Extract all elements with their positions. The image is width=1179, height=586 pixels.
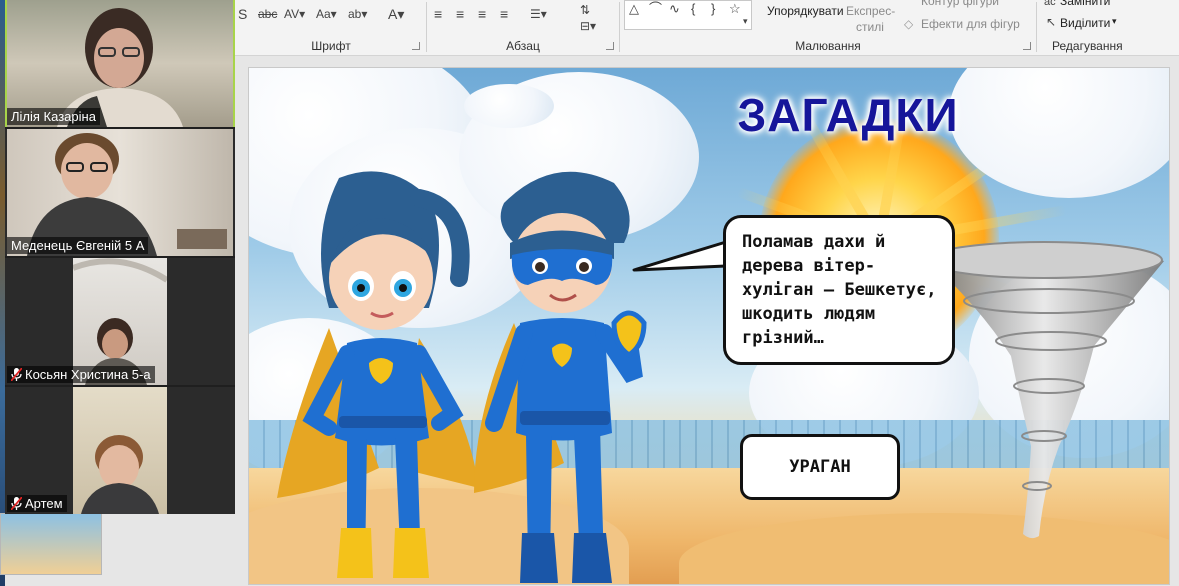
paragraph-group: ≡ ≡ ≡ ≡ ☰▾ ⇅ ⊟▾ Абзац — [428, 0, 618, 56]
slide-canvas[interactable]: ЗАГАДКИ Поламав дахи й дерева вітер-хулі… — [248, 67, 1170, 585]
highlight-color-icon[interactable]: ab▾ — [348, 6, 367, 22]
strikethrough-icon[interactable]: abc — [258, 6, 277, 22]
align-left-icon[interactable]: ≡ — [434, 6, 442, 22]
answer-text: УРАГАН — [789, 457, 851, 477]
select-cursor-icon[interactable]: ↖ — [1046, 14, 1056, 30]
drawing-group-label: Малювання — [795, 39, 861, 53]
superhero-boy — [474, 171, 647, 583]
select-dropdown-icon[interactable]: ▾ — [1112, 16, 1117, 27]
font-dialog-launcher[interactable] — [412, 42, 420, 50]
cloud — [464, 84, 554, 128]
shape-outline-button[interactable]: Контур фігури — [921, 0, 999, 8]
align-center-icon[interactable]: ≡ — [456, 6, 464, 22]
participant-nameplate: Косьян Христина 5-а — [7, 366, 155, 383]
participant-tile[interactable]: Меденець Євгеній 5 А — [5, 129, 235, 256]
participant-name: Меденець Євгеній 5 А — [11, 238, 145, 253]
answer-box[interactable]: УРАГАН — [740, 434, 900, 500]
participant-nameplate: Артем — [7, 495, 67, 512]
participant-tile[interactable]: Лілія Казаріна — [5, 0, 235, 127]
slide-title[interactable]: ЗАГАДКИ — [733, 88, 963, 142]
separator — [426, 2, 427, 52]
replace-icon[interactable]: ac — [1044, 0, 1056, 10]
font-group-label: Шрифт — [311, 39, 351, 53]
participant-tile[interactable]: Косьян Христина 5-а — [5, 258, 235, 385]
shape-effects-icon[interactable]: ◇ — [904, 16, 913, 32]
separator — [619, 2, 620, 52]
riddle-text: Поламав дахи й дерева вітер-хуліган – Бе… — [742, 232, 937, 348]
justify-icon[interactable]: ≡ — [500, 6, 508, 22]
replace-button[interactable]: Замінити — [1060, 0, 1110, 8]
brace-left-shape-icon[interactable]: { — [691, 2, 695, 15]
arc-shape-icon[interactable]: ⌒ — [649, 2, 662, 15]
change-case-icon[interactable]: Aa▾ — [316, 6, 337, 22]
tornado-icon — [924, 241, 1164, 539]
participant-nameplate: Меденець Євгеній 5 А — [7, 237, 149, 254]
participant-name: Артем — [25, 496, 63, 511]
select-button[interactable]: Виділити — [1060, 16, 1110, 30]
shape-gallery-scroll-icon[interactable]: ▾ — [743, 15, 748, 28]
paragraph-group-label: Абзац — [506, 39, 540, 53]
arrange-button[interactable]: Упорядкувати — [767, 4, 844, 18]
shapes-gallery[interactable]: △ ⌒ ∿ { } ☆ ▾ — [624, 0, 752, 30]
mic-muted-icon — [11, 497, 22, 510]
paragraph-dialog-launcher[interactable] — [606, 42, 614, 50]
participant-nameplate: Лілія Казаріна — [7, 108, 100, 125]
triangle-shape-icon[interactable]: △ — [629, 2, 639, 15]
font-group: S abc AV▾ Aa▾ ab▾ A▾ Шрифт — [238, 0, 424, 56]
editing-group-label: Редагування — [1052, 39, 1123, 53]
quick-styles-button[interactable]: Експрес- — [846, 4, 895, 18]
speech-bubble-tail — [632, 240, 728, 272]
video-gallery: Лілія Казаріна Меденець Євгеній 5 А Кось… — [5, 0, 235, 514]
star-shape-icon[interactable]: ☆ — [729, 2, 741, 15]
slide-editor-area: ЗАГАДКИ Поламав дахи й дерева вітер-хулі… — [235, 57, 1179, 586]
align-right-icon[interactable]: ≡ — [478, 6, 486, 22]
quick-styles-button-line2[interactable]: стилі — [856, 20, 884, 34]
columns-icon[interactable]: ☰▾ — [530, 6, 547, 22]
slide-thumbnail[interactable] — [0, 513, 102, 575]
curve-shape-icon[interactable]: ∿ — [669, 2, 680, 15]
character-spacing-icon[interactable]: AV▾ — [284, 6, 305, 22]
brace-right-shape-icon[interactable]: } — [711, 2, 715, 15]
font-color-icon[interactable]: A▾ — [388, 6, 404, 22]
text-direction-icon[interactable]: ⇅ — [580, 2, 590, 18]
drawing-dialog-launcher[interactable] — [1023, 42, 1031, 50]
participant-name: Лілія Казаріна — [11, 109, 96, 124]
align-text-icon[interactable]: ⊟▾ — [580, 18, 596, 34]
participant-tile[interactable]: Артем — [5, 387, 235, 514]
text-shadow-icon[interactable]: S — [238, 6, 247, 22]
shape-effects-button[interactable]: Ефекти для фігур — [921, 17, 1020, 31]
participant-silhouette — [81, 435, 159, 514]
participant-video — [73, 387, 167, 514]
riddle-speech-bubble[interactable]: Поламав дахи й дерева вітер-хуліган – Бе… — [723, 215, 955, 365]
separator — [1036, 2, 1037, 52]
participant-name: Косьян Христина 5-а — [25, 367, 151, 382]
mic-muted-icon — [11, 368, 22, 381]
